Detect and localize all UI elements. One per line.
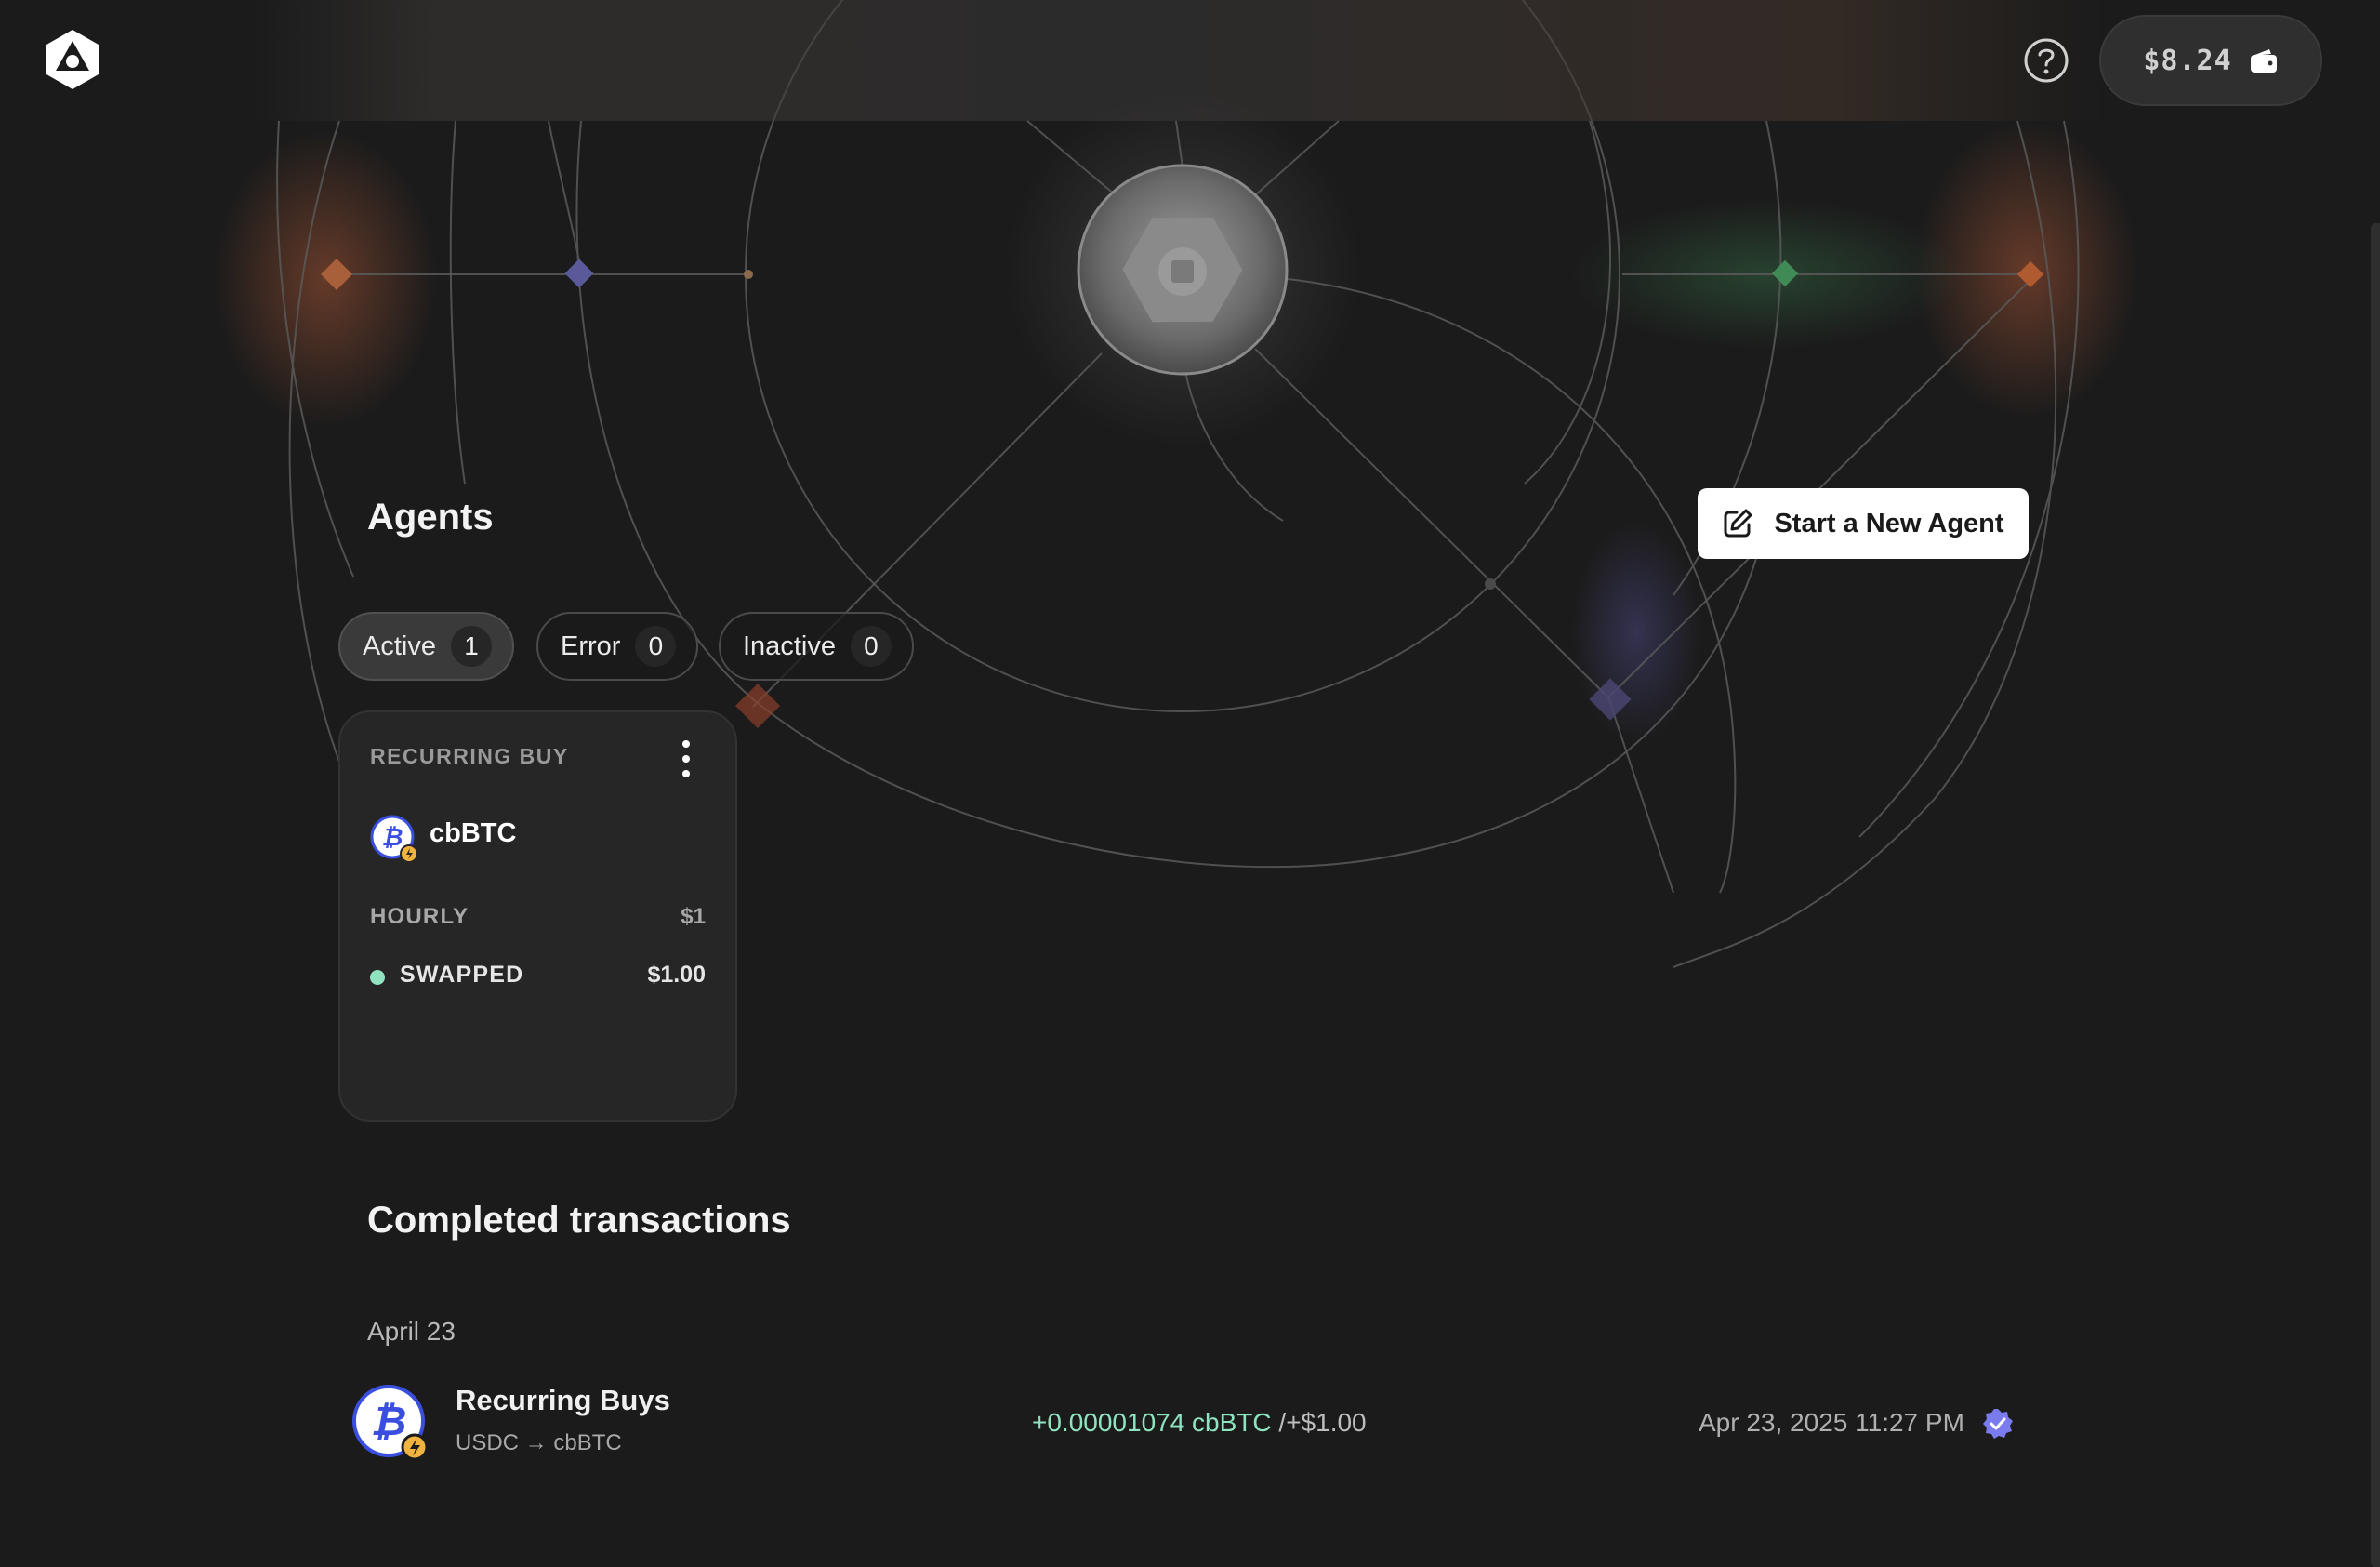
- header-backdrop: [251, 0, 2106, 121]
- agent-status: SWAPPED: [400, 962, 524, 988]
- wallet-balance-button[interactable]: $8.24: [2099, 15, 2322, 106]
- tab-inactive[interactable]: Inactive 0: [719, 612, 914, 681]
- question-circle-icon[interactable]: [2023, 37, 2069, 84]
- start-new-agent-button[interactable]: Start a New Agent: [1698, 488, 2029, 559]
- verified-badge-icon: [1983, 1409, 2013, 1439]
- agent-card[interactable]: RECURRING BUY ₿ cbBTC HOURLY $1 SWAPPED …: [338, 710, 737, 1122]
- agent-type-label: RECURRING BUY: [370, 744, 569, 768]
- agent-frequency: HOURLY: [370, 904, 469, 929]
- tab-error[interactable]: Error 0: [536, 612, 699, 681]
- scrollbar-thumb[interactable]: [2371, 223, 2380, 1567]
- tab-label: Error: [561, 631, 621, 661]
- transaction-date-group: April 23: [367, 1317, 456, 1346]
- tab-count-badge: 1: [450, 626, 492, 667]
- transaction-timestamp: Apr 23, 2025 11:27 PM: [1699, 1408, 1964, 1437]
- tab-label: Inactive: [743, 631, 836, 661]
- svg-text:₿: ₿: [382, 824, 403, 852]
- app-logo[interactable]: [41, 28, 104, 91]
- agents-heading: Agents: [367, 497, 494, 538]
- agent-token-name: cbBTC: [430, 818, 517, 848]
- tab-count-badge: 0: [850, 626, 892, 667]
- wallet-icon: [2250, 49, 2277, 73]
- edit-square-icon: [1724, 509, 1752, 538]
- transaction-amount: +0.00001074 cbBTC /+$1.00: [1032, 1408, 1367, 1438]
- more-vertical-icon[interactable]: [668, 737, 705, 781]
- transaction-pair: USDC → cbBTC: [456, 1430, 622, 1455]
- transaction-token-amount: +0.00001074 cbBTC: [1032, 1408, 1272, 1437]
- svg-text:₿: ₿: [371, 1398, 407, 1445]
- tab-active[interactable]: Active 1: [338, 612, 514, 681]
- completed-transactions-heading: Completed transactions: [367, 1200, 791, 1241]
- tab-label: Active: [363, 631, 436, 661]
- start-new-agent-label: Start a New Agent: [1774, 508, 2004, 538]
- tab-count-badge: 0: [635, 626, 677, 667]
- wallet-balance: $8.24: [2143, 44, 2232, 77]
- bitcoin-icon: ₿: [352, 1385, 429, 1461]
- agent-amount: $1: [681, 904, 706, 929]
- transaction-row[interactable]: ₿ Recurring Buys USDC → cbBTC +0.0000107…: [351, 1380, 2025, 1469]
- bitcoin-icon: ₿: [370, 815, 418, 863]
- agent-status-amount: $1.00: [647, 962, 706, 988]
- status-dot: [370, 970, 385, 985]
- transaction-name: Recurring Buys: [456, 1384, 670, 1416]
- transaction-usd-amount: /+$1.00: [1271, 1408, 1367, 1437]
